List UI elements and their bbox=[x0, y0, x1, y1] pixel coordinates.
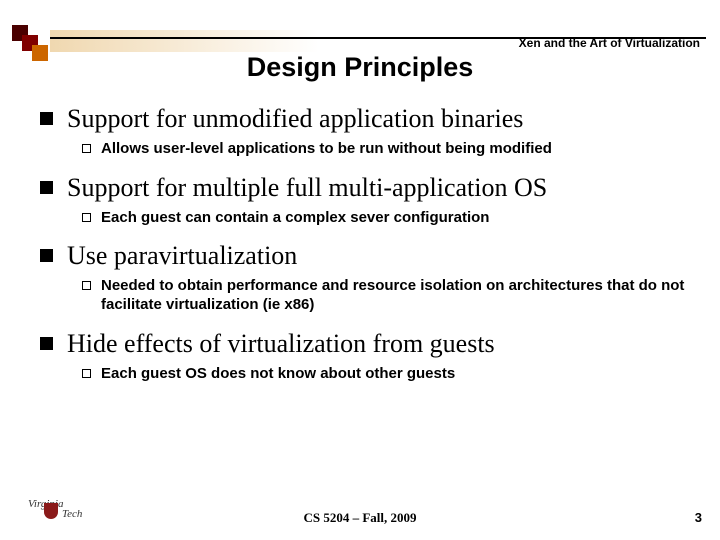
hollow-square-bullet-icon bbox=[82, 213, 91, 222]
main-bullet-line: Support for unmodified application binar… bbox=[40, 104, 690, 134]
square-bullet-icon bbox=[40, 249, 53, 262]
running-title-area: Xen and the Art of Virtualization bbox=[386, 30, 706, 52]
sub-bullet-text: Each guest OS does not know about other … bbox=[101, 365, 455, 384]
sub-bullet-text: Needed to obtain performance and resourc… bbox=[101, 277, 690, 315]
main-bullet-line: Use paravirtualization bbox=[40, 241, 690, 271]
content-area: Support for unmodified application binar… bbox=[40, 104, 690, 397]
main-bullet-line: Support for multiple full multi-applicat… bbox=[40, 173, 690, 203]
bullet-item: Use paravirtualization Needed to obtain … bbox=[40, 241, 690, 314]
footer: Virginia Tech CS 5204 – Fall, 2009 3 bbox=[0, 504, 720, 532]
bullet-item: Support for unmodified application binar… bbox=[40, 104, 690, 159]
sub-bullet-line: Each guest can contain a complex sever c… bbox=[82, 209, 690, 228]
main-bullet-line: Hide effects of virtualization from gues… bbox=[40, 329, 690, 359]
bullet-item: Hide effects of virtualization from gues… bbox=[40, 329, 690, 384]
main-bullet-text: Support for multiple full multi-applicat… bbox=[67, 173, 547, 203]
hollow-square-bullet-icon bbox=[82, 144, 91, 153]
main-bullet-text: Hide effects of virtualization from gues… bbox=[67, 329, 495, 359]
square-bullet-icon bbox=[40, 181, 53, 194]
sub-bullet-line: Needed to obtain performance and resourc… bbox=[82, 277, 690, 315]
page-number: 3 bbox=[695, 510, 702, 525]
main-bullet-text: Support for unmodified application binar… bbox=[67, 104, 523, 134]
sub-bullet-line: Each guest OS does not know about other … bbox=[82, 365, 690, 384]
main-bullet-text: Use paravirtualization bbox=[67, 241, 297, 271]
sub-bullet-text: Each guest can contain a complex sever c… bbox=[101, 209, 489, 228]
square-bullet-icon bbox=[40, 112, 53, 125]
header-bar: Xen and the Art of Virtualization bbox=[0, 15, 720, 39]
hollow-square-bullet-icon bbox=[82, 369, 91, 378]
hollow-square-bullet-icon bbox=[82, 281, 91, 290]
bullet-item: Support for multiple full multi-applicat… bbox=[40, 173, 690, 228]
sub-bullet-line: Allows user-level applications to be run… bbox=[82, 140, 690, 159]
footer-course: CS 5204 – Fall, 2009 bbox=[0, 510, 720, 526]
slide-title: Design Principles bbox=[0, 52, 720, 83]
header-gradient bbox=[50, 30, 386, 52]
header-underline bbox=[50, 37, 706, 39]
sub-bullet-text: Allows user-level applications to be run… bbox=[101, 140, 552, 159]
square-bullet-icon bbox=[40, 337, 53, 350]
